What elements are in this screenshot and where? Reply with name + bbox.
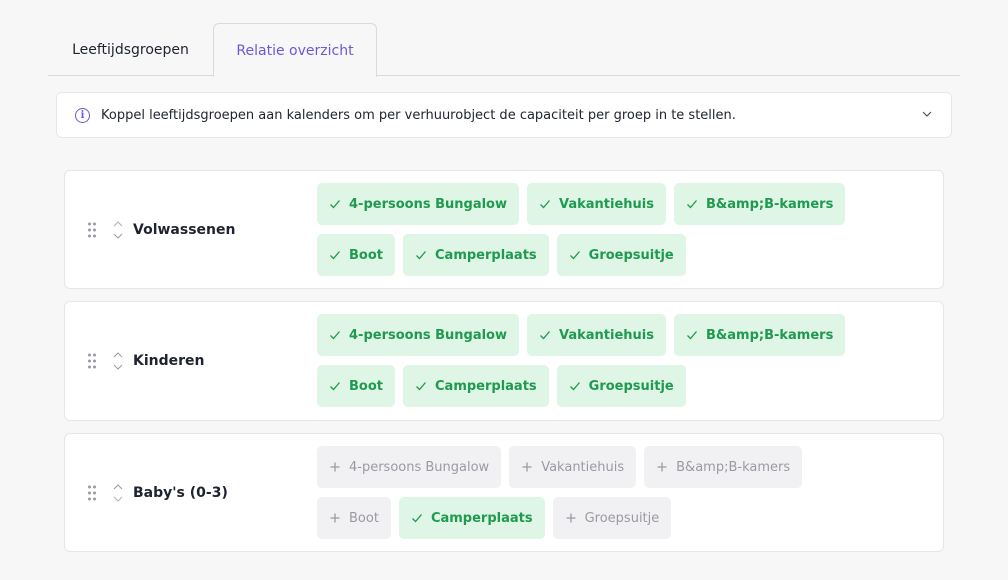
calendar-chips: 4-persoons Bungalow Vakantiehuis B&amp;B… [317, 314, 877, 407]
tab-relatie-overzicht[interactable]: Relatie overzicht [213, 23, 377, 77]
info-text: Koppel leeftijdsgroepen aan kalenders om… [101, 107, 736, 123]
info-banner[interactable]: i Koppel leeftijdsgroepen aan kalenders … [56, 92, 952, 138]
check-icon [540, 331, 550, 340]
calendar-chip-label: Vakantiehuis [541, 459, 625, 475]
calendar-chip[interactable]: B&amp;B-kamers [674, 314, 846, 356]
tab-bar: Leeftijdsgroepen Relatie overzicht [48, 23, 960, 77]
drag-handle-icon[interactable] [87, 484, 97, 502]
calendar-chip[interactable]: B&amp;B-kamers [674, 183, 846, 225]
calendar-chip[interactable]: Boot [317, 234, 395, 276]
calendar-chip-label: Camperplaats [435, 378, 537, 394]
check-icon [687, 331, 697, 340]
calendar-chip[interactable]: 4-persoons Bungalow [317, 314, 519, 356]
check-icon [540, 200, 550, 209]
calendar-chip-label: Boot [349, 378, 383, 394]
calendar-chip[interactable]: Boot [317, 365, 395, 407]
calendar-chip[interactable]: Vakantiehuis [527, 314, 666, 356]
group-name: Kinderen [133, 353, 205, 369]
chevron-down-icon[interactable] [921, 108, 933, 120]
group-row: Baby's (0-3) 4-persoons Bungalow Vakanti… [64, 433, 944, 552]
calendar-chip-label: Boot [349, 247, 383, 263]
plus-icon [330, 462, 340, 472]
calendar-chip-label: Groepsuitje [588, 247, 674, 263]
calendar-chip-label: 4-persoons Bungalow [349, 327, 507, 343]
group-name: Volwassenen [133, 221, 236, 238]
calendar-chip[interactable]: Camperplaats [403, 234, 549, 276]
calendar-chip-label: Camperplaats [430, 510, 533, 526]
calendar-chip[interactable]: 4-persoons Bungalow [317, 446, 502, 488]
check-icon [330, 382, 340, 391]
group-row: Volwassenen 4-persoons Bungalow Vakantie… [64, 170, 944, 289]
plus-icon [330, 513, 340, 523]
check-icon [330, 251, 340, 260]
sort-arrows-icon[interactable] [113, 351, 123, 371]
calendar-chip[interactable]: B&amp;B-kamers [644, 446, 803, 488]
group-name: Baby's (0-3) [133, 484, 228, 501]
check-icon [330, 331, 340, 340]
plus-icon [522, 462, 532, 472]
sort-arrows-icon[interactable] [113, 220, 123, 240]
calendar-chip-label: B&amp;B-kamers [676, 459, 791, 475]
check-icon [569, 382, 580, 391]
calendar-chips: 4-persoons Bungalow Vakantiehuis B&amp;B… [317, 446, 877, 539]
calendar-chip-label: Camperplaats [435, 247, 537, 263]
calendar-chip[interactable]: Camperplaats [403, 365, 549, 407]
check-icon [416, 251, 426, 260]
check-icon [330, 200, 340, 209]
group-row: Kinderen 4-persoons Bungalow Vakantiehui… [64, 301, 944, 421]
plus-icon [566, 513, 576, 523]
info-icon: i [75, 107, 90, 123]
calendar-chips: 4-persoons Bungalow Vakantiehuis B&amp;B… [317, 183, 877, 276]
calendar-chip[interactable]: Boot [317, 497, 391, 539]
drag-handle-icon[interactable] [87, 352, 97, 370]
calendar-chip-label: B&amp;B-kamers [706, 327, 834, 343]
calendar-chip-label: Boot [349, 510, 379, 526]
calendar-chip-label: Groepsuitje [588, 378, 674, 394]
calendar-chip-label: 4-persoons Bungalow [349, 459, 490, 475]
calendar-chip-label: Vakantiehuis [559, 196, 654, 212]
calendar-chip[interactable]: Vakantiehuis [509, 446, 637, 488]
check-icon [411, 514, 422, 523]
check-icon [569, 251, 580, 260]
calendar-chip[interactable]: 4-persoons Bungalow [317, 183, 519, 225]
check-icon [416, 382, 426, 391]
calendar-chip[interactable]: Groepsuitje [556, 234, 686, 276]
calendar-chip-label: Vakantiehuis [559, 327, 654, 343]
calendar-chip-label: B&amp;B-kamers [706, 196, 834, 212]
calendar-chip[interactable]: Vakantiehuis [527, 183, 666, 225]
check-icon [687, 200, 697, 209]
plus-icon [657, 462, 667, 472]
calendar-chip[interactable]: Groepsuitje [552, 497, 672, 539]
sort-arrows-icon[interactable] [113, 483, 123, 503]
drag-handle-icon[interactable] [87, 221, 97, 239]
calendar-chip-label: 4-persoons Bungalow [349, 196, 507, 212]
calendar-chip-label: Groepsuitje [584, 510, 660, 526]
calendar-chip[interactable]: Groepsuitje [556, 365, 686, 407]
tab-leeftijdsgroepen[interactable]: Leeftijdsgroepen [48, 23, 213, 76]
calendar-chip[interactable]: Camperplaats [398, 497, 545, 539]
